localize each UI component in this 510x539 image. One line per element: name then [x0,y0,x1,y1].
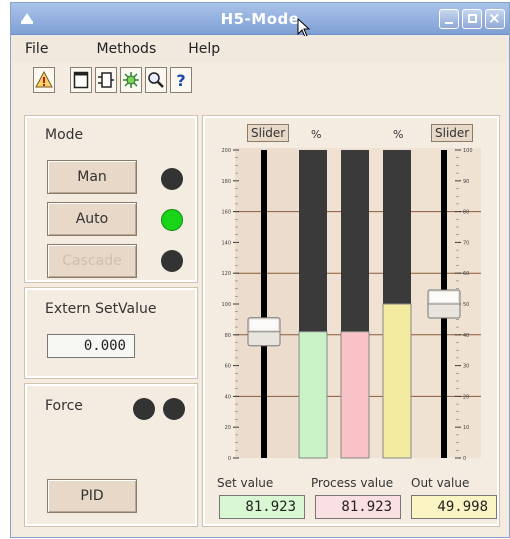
process-value-bar [340,331,370,459]
network-button[interactable] [120,67,142,93]
right-scale-tick-label: 100 [463,148,473,154]
out-value-field: 49.998 [411,495,497,519]
left-scale-tick-label: 100 [221,302,231,308]
man-indicator [161,168,183,190]
out-value-bar [382,303,412,459]
window-button[interactable] [70,67,92,93]
man-button[interactable]: Man [47,160,137,194]
bar-graph: 200180160140120100806040200 100908070605… [221,148,481,462]
h5-mode-window: H5-Mode × File Methods Help ? Mode Man A… [10,2,510,538]
right-scale-tick-label: 50 [463,302,469,308]
right-scale-tick-label: 10 [463,425,469,431]
minimize-icon [445,22,453,24]
right-scale-tick-label: 30 [463,364,469,370]
force-indicator-2 [163,398,185,420]
close-button[interactable]: × [485,9,505,29]
auto-button[interactable]: Auto [47,202,137,236]
process-value-label: Process value [311,476,394,490]
frame-icon [98,72,114,88]
zoom-button[interactable] [145,67,167,93]
help-button[interactable]: ? [170,67,192,93]
title-bar[interactable]: H5-Mode × [11,3,509,38]
left-scale-tick-label: 40 [225,394,231,400]
left-scale-tick-label: 200 [221,148,231,154]
cascade-indicator [161,250,183,272]
left-scale-tick-label: 60 [225,364,231,370]
right-scale-tick-label: 0 [463,456,466,462]
mode-panel: Mode Man Auto Cascade [24,115,198,283]
right-scale-tick-label: 20 [463,394,469,400]
window-title: H5-Mode [220,10,300,28]
set-slider-label: Slider [247,124,290,142]
extern-setvalue-field[interactable]: 0.000 [47,334,135,358]
menu-help[interactable]: Help [174,41,234,57]
window-icon [73,71,89,89]
left-scale-tick-label: 20 [225,425,231,431]
right-scale-tick-label: 80 [463,210,469,216]
percent-label-right: % [393,128,404,141]
close-icon: × [488,9,501,27]
minimize-button[interactable] [439,9,459,29]
out-slider-label: Slider [431,124,474,142]
out-value-slider-thumb[interactable] [427,289,461,319]
maximize-icon [468,14,477,23]
toolbar: ? [33,64,192,96]
right-scale-tick-label: 40 [463,333,469,339]
menu-methods[interactable]: Methods [82,41,170,57]
trend-panel: Slider % % Slider 200 180 160 140 120 100 80 60… [202,115,500,527]
right-scale-tick-label: 90 [463,179,469,185]
left-scale-tick-label: 160 [221,210,231,216]
force-label: Force [45,398,83,414]
force-panel: Force PID [24,383,198,527]
set-value-field: 81.923 [219,495,305,519]
warning-button[interactable] [33,67,55,93]
menu-file[interactable]: File [11,41,62,57]
set-value-label: Set value [217,476,274,490]
set-value-slider-thumb[interactable] [247,317,281,347]
set-value-bar [298,331,328,459]
right-scale-tick-label: 70 [463,240,469,246]
help-icon: ? [176,70,186,90]
left-scale-tick-label: 80 [225,333,231,339]
frame-button[interactable] [95,67,117,93]
extern-setvalue-panel: Extern SetValue 0.000 [24,287,198,379]
left-scale-tick-label: 180 [221,179,231,185]
out-value-label: Out value [411,476,470,490]
left-scale-tick-label: 140 [221,240,231,246]
maximize-button[interactable] [462,9,482,29]
left-scale-tick-label: 0 [228,456,231,462]
set-slider-track [261,150,267,458]
mouse-cursor-icon [297,18,311,38]
network-icon [123,72,139,88]
percent-label-left: % [311,128,322,141]
auto-indicator [161,209,183,231]
right-scale-tick-label: 60 [463,271,469,277]
extern-setvalue-label: Extern SetValue [45,301,157,317]
process-value-field: 81.923 [315,495,401,519]
pid-button[interactable]: PID [47,479,137,513]
force-indicator-1 [133,398,155,420]
cascade-button[interactable]: Cascade [47,244,137,278]
zoom-icon [148,72,164,88]
left-scale-tick-label: 120 [221,271,231,277]
warning-icon [35,71,53,88]
mode-label: Mode [45,127,84,143]
menu-bar: File Methods Help [11,36,509,62]
